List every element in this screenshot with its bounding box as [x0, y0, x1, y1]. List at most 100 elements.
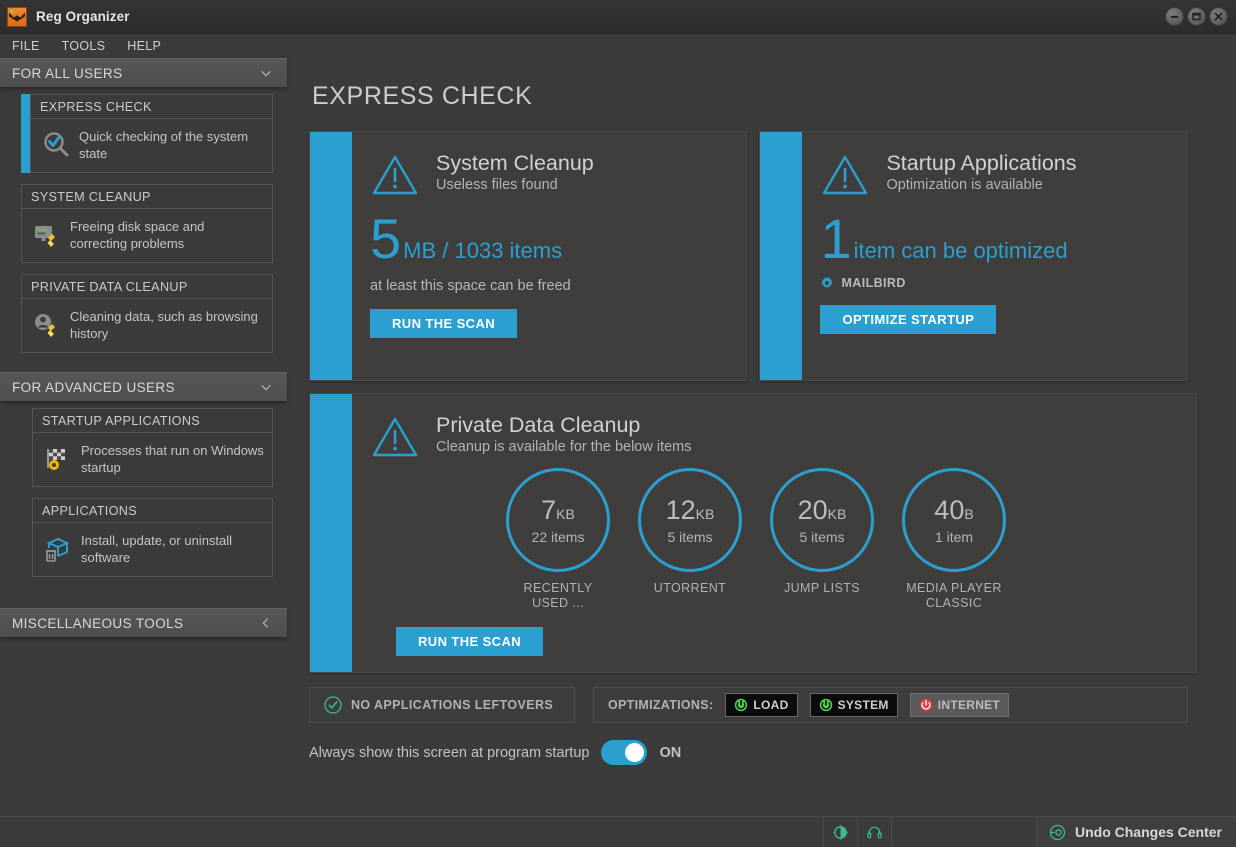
optimize-startup-button[interactable]: OPTIMIZE STARTUP [820, 305, 997, 334]
sidebar-item-private-data-cleanup[interactable]: PRIVATE DATA CLEANUP Cleaning data, such… [21, 274, 273, 353]
selection-accent [21, 94, 30, 173]
circle-label: UTORRENT [653, 581, 727, 595]
body: FOR ALL USERS EXPRESS CHECK Quick checki… [0, 58, 1236, 816]
window-title: Reg Organizer [36, 9, 130, 24]
card-accent-bar [310, 132, 352, 380]
private-data-circles: 7KB 22 items RECENTLY USED ... 12KB 5 it… [370, 468, 1178, 611]
circle-label: RECENTLY USED ... [523, 581, 593, 610]
monitor-broom-icon [35, 226, 55, 247]
undo-circle-icon [1049, 824, 1066, 840]
data-circle-item[interactable]: 12KB 5 items UTORRENT [636, 468, 744, 611]
menu-tools[interactable]: TOOLS [62, 39, 106, 53]
data-circle-item[interactable]: 7KB 22 items RECENTLY USED ... [504, 468, 612, 611]
no-applications-leftovers-strip[interactable]: NO APPLICATIONS LEFTOVERS [309, 687, 575, 723]
close-button[interactable] [1209, 7, 1228, 26]
menu-bar: FILE TOOLS HELP [0, 34, 1236, 58]
card-title: System Cleanup [436, 151, 594, 175]
window-controls [1165, 7, 1228, 26]
sidebar-item-startup-applications[interactable]: STARTUP APPLICATIONS Processes that run … [32, 408, 273, 487]
circle-label: JUMP LISTS [783, 581, 860, 595]
box-trash-icon [46, 537, 70, 562]
card-note: at least this space can be freed [370, 278, 571, 294]
sidebar-item-description: Cleaning data, such as browsing history [70, 309, 258, 341]
card-subtitle: Optimization is available [886, 177, 1043, 193]
magnifier-check-icon [44, 132, 69, 157]
data-circle: 12KB 5 items [638, 468, 742, 572]
startup-toggle-label: Always show this screen at program start… [309, 744, 590, 761]
badge-label: INTERNET [937, 698, 1001, 712]
circle-label: MEDIA PLAYER CLASSIC [906, 581, 1002, 610]
warning-triangle-icon [372, 417, 418, 457]
sidebar-group-for-all-users[interactable]: FOR ALL USERS [0, 58, 287, 87]
app-name: MAILBIRD [841, 276, 906, 290]
circle-unit: KB [695, 505, 715, 522]
chevron-down-icon [261, 70, 271, 77]
sidebar-item-title: SYSTEM CLEANUP [22, 185, 272, 209]
leftovers-label: NO APPLICATIONS LEFTOVERS [351, 698, 554, 712]
support-headset-icon[interactable] [858, 817, 892, 847]
card-startup-applications: Startup Applications Optimization is ava… [759, 131, 1188, 381]
sidebar-item-applications[interactable]: APPLICATIONS Install, update, or uninsta… [32, 498, 273, 577]
sidebar-group-label: FOR ALL USERS [12, 65, 123, 81]
sidebar-item-description: Quick checking of the system state [79, 129, 249, 161]
card-metric: 1 item can be optimized [820, 207, 1169, 270]
metric-value: 1 [820, 207, 852, 270]
data-circle-item[interactable]: 40B 1 item MEDIA PLAYER CLASSIC [900, 468, 1008, 611]
maximize-button[interactable] [1187, 7, 1206, 26]
sidebar-item-express-check[interactable]: EXPRESS CHECK Quick checking of the syst… [21, 94, 273, 173]
circle-unit: B [964, 505, 974, 522]
status-bar-spacer [892, 817, 1037, 847]
card-private-data-cleanup: Private Data Cleanup Cleanup is availabl… [309, 393, 1197, 673]
card-accent-bar [760, 132, 803, 380]
optimizations-strip: OPTIMIZATIONS: LOAD SYSTEM INTERNET [593, 687, 1188, 723]
card-title: Private Data Cleanup [436, 413, 641, 437]
badge-label: SYSTEM [837, 698, 889, 712]
optimization-badge-load[interactable]: LOAD [725, 693, 798, 717]
startup-toggle-switch[interactable] [601, 740, 648, 765]
circle-value: 40 [934, 494, 965, 525]
card-metric: 5 MB / 1033 items [370, 207, 728, 270]
sidebar-group-for-advanced-users[interactable]: FOR ADVANCED USERS [0, 372, 287, 401]
minimize-button[interactable] [1165, 7, 1184, 26]
sidebar-group-label: FOR ADVANCED USERS [12, 379, 175, 395]
contrast-icon[interactable] [824, 817, 858, 847]
check-circle-icon [324, 696, 342, 714]
circle-count: 5 items [799, 528, 845, 545]
optimizable-app: MAILBIRD [820, 276, 1169, 290]
optimization-badge-internet[interactable]: INTERNET [909, 693, 1010, 717]
badge-label: LOAD [753, 698, 789, 712]
top-card-row: System Cleanup Useless files found 5 MB … [309, 131, 1188, 381]
startup-toggle-row: Always show this screen at program start… [309, 740, 1188, 765]
circle-count: 22 items [531, 528, 585, 545]
undo-changes-center-button[interactable]: Undo Changes Center [1036, 817, 1236, 847]
app-window: Reg Organizer FILE TOOLS HELP FOR ALL US… [0, 0, 1236, 847]
data-circle-item[interactable]: 20KB 5 items JUMP LISTS [768, 468, 876, 611]
menu-file[interactable]: FILE [12, 39, 40, 53]
reg-organizer-logo [7, 6, 27, 27]
run-the-scan-button[interactable]: RUN THE SCAN [396, 627, 544, 656]
card-subtitle: Cleanup is available for the below items [436, 439, 692, 455]
menu-help[interactable]: HELP [127, 39, 161, 53]
sidebar-group-miscellaneous-tools[interactable]: MISCELLANEOUS TOOLS [0, 608, 287, 637]
status-bar: Undo Changes Center [0, 816, 1236, 847]
title-bar: Reg Organizer [0, 0, 1236, 34]
user-broom-icon [35, 314, 55, 337]
flag-gear-icon [47, 449, 65, 470]
optimization-badge-system[interactable]: SYSTEM [809, 693, 898, 717]
main-content: EXPRESS CHECK System Cleanup Useless fil… [289, 58, 1236, 816]
circle-value: 7 [541, 494, 557, 525]
metric-value: 5 [370, 207, 402, 270]
run-the-scan-button[interactable]: RUN THE SCAN [370, 309, 518, 338]
warning-triangle-icon [823, 155, 868, 195]
sidebar-item-title: PRIVATE DATA CLEANUP [22, 275, 272, 299]
startup-toggle-state: ON [659, 744, 682, 761]
circle-count: 1 item [934, 528, 974, 545]
sidebar-item-title: EXPRESS CHECK [31, 95, 272, 119]
gear-icon [821, 276, 834, 289]
warning-triangle-icon [372, 155, 418, 195]
data-circle: 7KB 22 items [506, 468, 610, 572]
card-system-cleanup: System Cleanup Useless files found 5 MB … [309, 131, 748, 381]
card-subtitle: Useless files found [436, 177, 558, 193]
sidebar-item-system-cleanup[interactable]: SYSTEM CLEANUP Freeing disk space and co… [21, 184, 273, 263]
optimizations-label: OPTIMIZATIONS: [608, 698, 714, 712]
